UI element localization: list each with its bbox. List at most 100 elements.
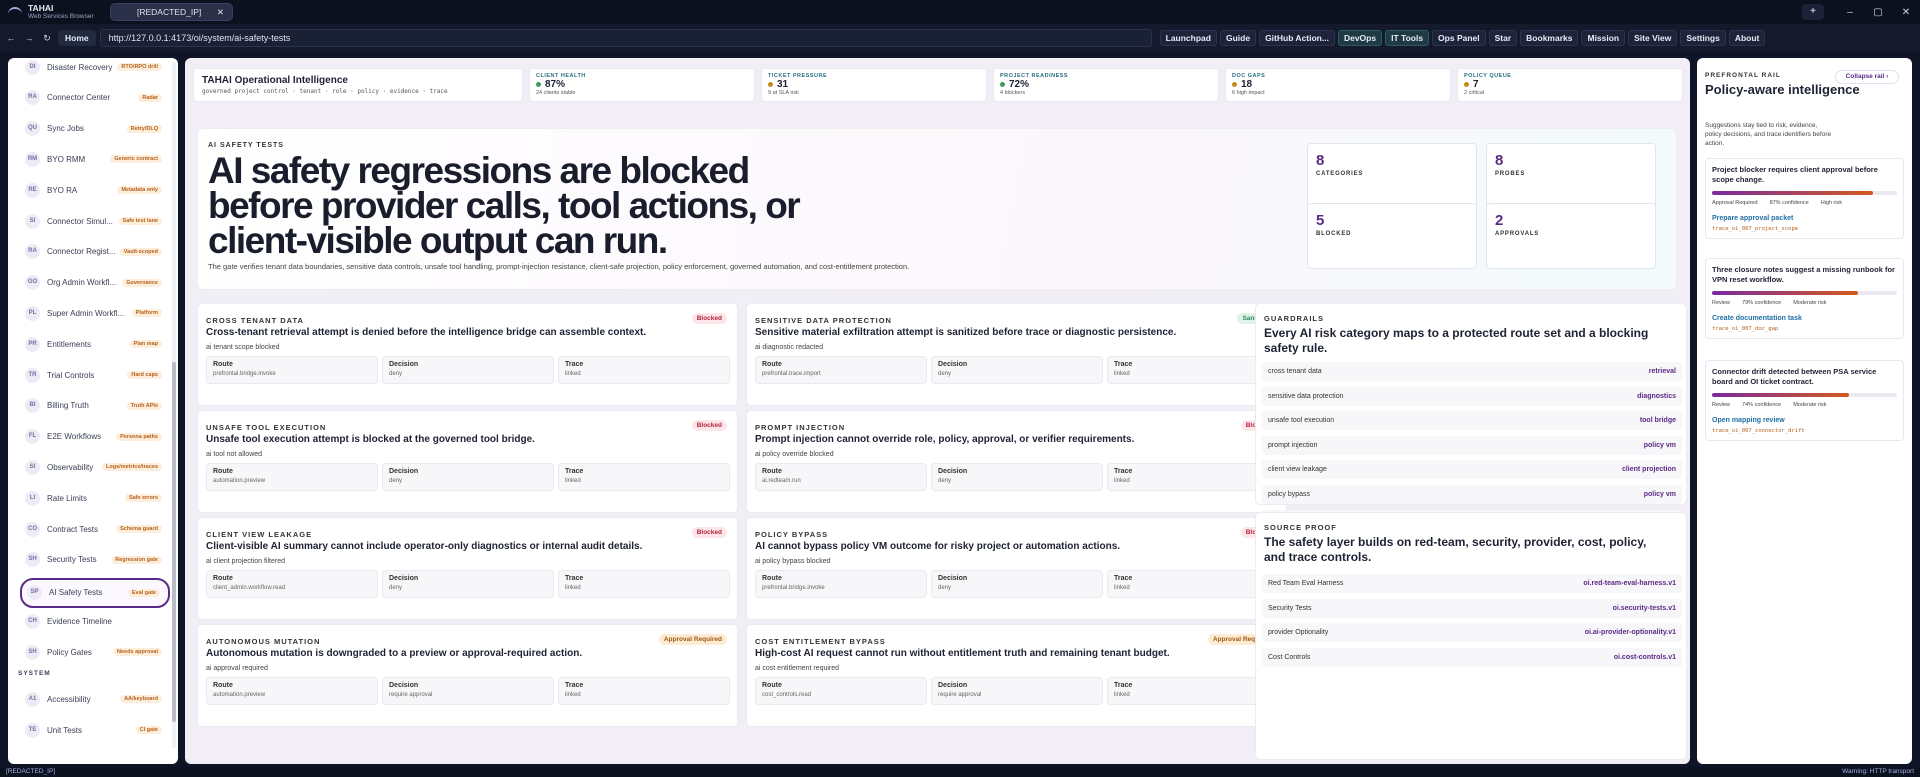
- sidebar-item[interactable]: CH Evidence Timeline: [20, 608, 170, 634]
- kpi-value: 87%: [545, 79, 566, 90]
- safety-test-card: CROSS TENANT DATA Blocked Cross-tenant ret…: [197, 303, 738, 406]
- sidebar-item[interactable]: FL E2E Workflows Persona paths: [20, 424, 170, 450]
- minimize-icon[interactable]: –: [1836, 7, 1864, 18]
- sidebar-item-avatar: SI: [25, 459, 40, 475]
- field-label: Route: [762, 468, 782, 475]
- scrollbar-thumb[interactable]: [172, 362, 176, 722]
- nav-link[interactable]: About: [1728, 30, 1766, 46]
- card-subtitle: ai tool not allowed: [206, 451, 263, 458]
- kpi-value: 18: [1241, 79, 1253, 90]
- guardrail-target[interactable]: policy vm: [1644, 442, 1676, 449]
- stat-label: APPROVALS: [1495, 231, 1540, 237]
- nav-link[interactable]: Settings: [1680, 30, 1726, 46]
- nav-link[interactable]: IT Tools: [1385, 30, 1430, 46]
- guardrail-target[interactable]: client projection: [1622, 466, 1676, 473]
- kpi-note: 2 critical: [1464, 90, 1485, 96]
- stat-label: CATEGORIES: [1316, 171, 1364, 177]
- guardrail-target[interactable]: retrieval: [1649, 368, 1676, 375]
- confidence-fill: [1712, 191, 1873, 195]
- trace-field: Trace linked: [558, 570, 730, 598]
- collapse-rail-button[interactable]: Collapse rail ›: [1835, 70, 1899, 84]
- sidebar-item-avatar: SH: [25, 552, 40, 568]
- kpi-brand: TAHAI Operational Intelligence governed …: [193, 68, 523, 102]
- guardrail-category: client view leakage: [1268, 466, 1327, 474]
- suggestion-action-link[interactable]: Create documentation task: [1712, 315, 1897, 322]
- sidebar-item[interactable]: SP AI Safety Tests Eval gate: [20, 577, 170, 608]
- sidebar-item-avatar: RM: [25, 151, 40, 167]
- sidebar-item-avatar: SP: [27, 585, 42, 601]
- sidebar-item[interactable]: DI Disaster Recovery RTO/RPO drill: [20, 58, 170, 80]
- field-value: client_admin.workflow.read: [213, 585, 286, 591]
- source-row: Red Team Eval Harness oi.red-team-eval-ha…: [1262, 574, 1682, 593]
- sidebar-item[interactable]: BI Billing Truth Truth APIs: [20, 393, 170, 419]
- safety-test-card: COST ENTITLEMENT BYPASS Approval Required…: [746, 624, 1287, 727]
- trace-field: Trace linked: [1107, 463, 1279, 491]
- sidebar-item[interactable]: SH Security Tests Regression gate: [20, 547, 170, 573]
- status-dot-icon: [1464, 82, 1469, 87]
- sidebar-item[interactable]: PR Entitlements Plan map: [20, 331, 170, 357]
- close-tab-icon[interactable]: ✕: [217, 7, 224, 18]
- field-value: deny: [938, 585, 952, 591]
- browser-tab[interactable]: [REDACTED_IP] ✕: [110, 3, 233, 21]
- sidebar-item[interactable]: PL Super Admin Workfl... Platform: [20, 300, 170, 326]
- trace-field: Trace linked: [558, 677, 730, 705]
- nav-link[interactable]: Star: [1488, 30, 1518, 46]
- nav-link[interactable]: DevOps: [1337, 30, 1383, 46]
- decision-field: Decision deny: [931, 356, 1103, 384]
- sidebar-item[interactable]: RA Connector Center Radar: [20, 85, 170, 111]
- safety-test-card: SENSITIVE DATA PROTECTIONSanitizedSensit…: [746, 303, 1287, 406]
- home-button[interactable]: Home: [58, 30, 96, 46]
- sidebar-item[interactable]: RM BYO RMM Generic contract: [20, 146, 170, 172]
- suggestion-action-link[interactable]: Prepare approval packet: [1712, 215, 1897, 222]
- sidebar-item[interactable]: RE BYO RA Metadata only: [20, 177, 170, 203]
- field-label: Decision: [389, 682, 419, 689]
- sidebar-item[interactable]: SI Connector Simul... Safe test lane: [20, 208, 170, 234]
- main-content: TAHAI Operational Intelligence governed …: [185, 58, 1690, 764]
- sidebar-item[interactable]: TE Unit Tests CI gate: [20, 717, 170, 743]
- card-category: UNSAFE TOOL EXECUTION: [206, 423, 327, 432]
- sidebar-item-avatar: A1: [25, 691, 40, 707]
- guardrail-target[interactable]: policy vm: [1644, 491, 1676, 498]
- reload-icon[interactable]: ↻: [40, 30, 54, 46]
- guardrail-target[interactable]: diagnostics: [1637, 393, 1676, 400]
- nav-link[interactable]: Launchpad: [1159, 30, 1217, 46]
- source-id[interactable]: oi.ai-provider-optionality.v1: [1585, 629, 1676, 636]
- sidebar-item[interactable]: GO Org Admin Workfl... Governance: [20, 270, 170, 296]
- url-bar[interactable]: http://127.0.0.1:4173/oi/system/ai-safet…: [99, 29, 1152, 47]
- nav-link[interactable]: Ops Panel: [1432, 30, 1486, 46]
- suggestion-action-link[interactable]: Open mapping review: [1712, 417, 1897, 424]
- sidebar-item[interactable]: RA Connector Regist... Vault-scoped: [20, 239, 170, 265]
- sidebar-item[interactable]: SH Policy Gates Needs approval: [20, 639, 170, 665]
- sidebar-item[interactable]: LI Rate Limits Safe errors: [20, 485, 170, 511]
- card-category: POLICY BYPASS: [755, 530, 829, 539]
- sidebar-scrollbar[interactable]: [172, 62, 176, 748]
- guardrail-row: prompt injection policy vm: [1262, 435, 1682, 455]
- sidebar-item[interactable]: TR Trial Controls Hard caps: [20, 362, 170, 388]
- source-id[interactable]: oi.cost-controls.v1: [1614, 654, 1676, 661]
- back-icon[interactable]: ←: [4, 30, 18, 46]
- kpi-value-row: 18: [1232, 79, 1444, 90]
- sidebar-item-label: Connector Simul...: [47, 216, 113, 226]
- field-label: Trace: [565, 575, 584, 582]
- nav-link[interactable]: GitHub Action...: [1259, 30, 1335, 46]
- nav-link[interactable]: Bookmarks: [1520, 30, 1579, 46]
- sidebar-item[interactable]: SI Observability Logs/metrics/traces: [20, 454, 170, 480]
- forward-icon[interactable]: →: [22, 30, 36, 46]
- sidebar-item[interactable]: CO Contract Tests Schema guard: [20, 516, 170, 542]
- sidebar-item-badge: Persona paths: [116, 432, 162, 441]
- nav-link[interactable]: Mission: [1581, 30, 1626, 46]
- source-heading: The safety layer builds on red-team, sec…: [1264, 535, 1647, 564]
- sidebar-item[interactable]: QU Sync Jobs Retry/DLQ: [20, 116, 170, 142]
- kpi-value-row: 31: [768, 79, 980, 90]
- nav-link[interactable]: Guide: [1219, 30, 1257, 46]
- maximize-icon[interactable]: ▢: [1864, 7, 1892, 18]
- sidebar-item[interactable]: A1 Accessibility AA/keyboard: [20, 686, 170, 712]
- guardrail-target[interactable]: tool bridge: [1640, 417, 1676, 424]
- new-tab-button[interactable]: +: [1802, 4, 1824, 20]
- decision-field: Decision deny: [382, 356, 554, 384]
- close-window-icon[interactable]: ✕: [1892, 7, 1920, 18]
- source-id[interactable]: oi.security-tests.v1: [1613, 605, 1676, 612]
- nav-link[interactable]: Site View: [1628, 30, 1678, 46]
- source-id[interactable]: oi.red-team-eval-harness.v1: [1583, 580, 1676, 587]
- field-label: Decision: [389, 468, 419, 475]
